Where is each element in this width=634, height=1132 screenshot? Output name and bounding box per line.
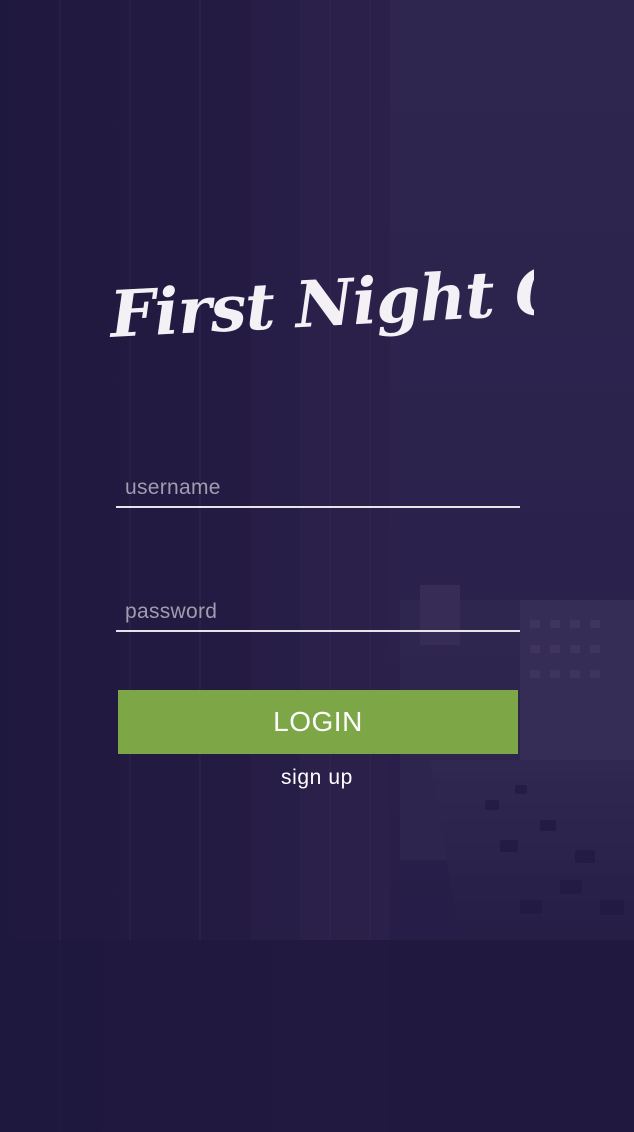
purple-overlay — [0, 0, 634, 1132]
username-field — [116, 462, 520, 508]
logo-text: First Night Out — [106, 250, 534, 353]
app-logo: First Night Out — [106, 250, 534, 353]
username-input[interactable] — [116, 462, 520, 506]
login-screen: First Night Out LOGIN sign up — [0, 0, 634, 1132]
password-field — [116, 586, 520, 632]
login-button[interactable]: LOGIN — [118, 690, 518, 754]
signup-link[interactable]: sign up — [217, 766, 417, 790]
password-input[interactable] — [116, 586, 520, 630]
